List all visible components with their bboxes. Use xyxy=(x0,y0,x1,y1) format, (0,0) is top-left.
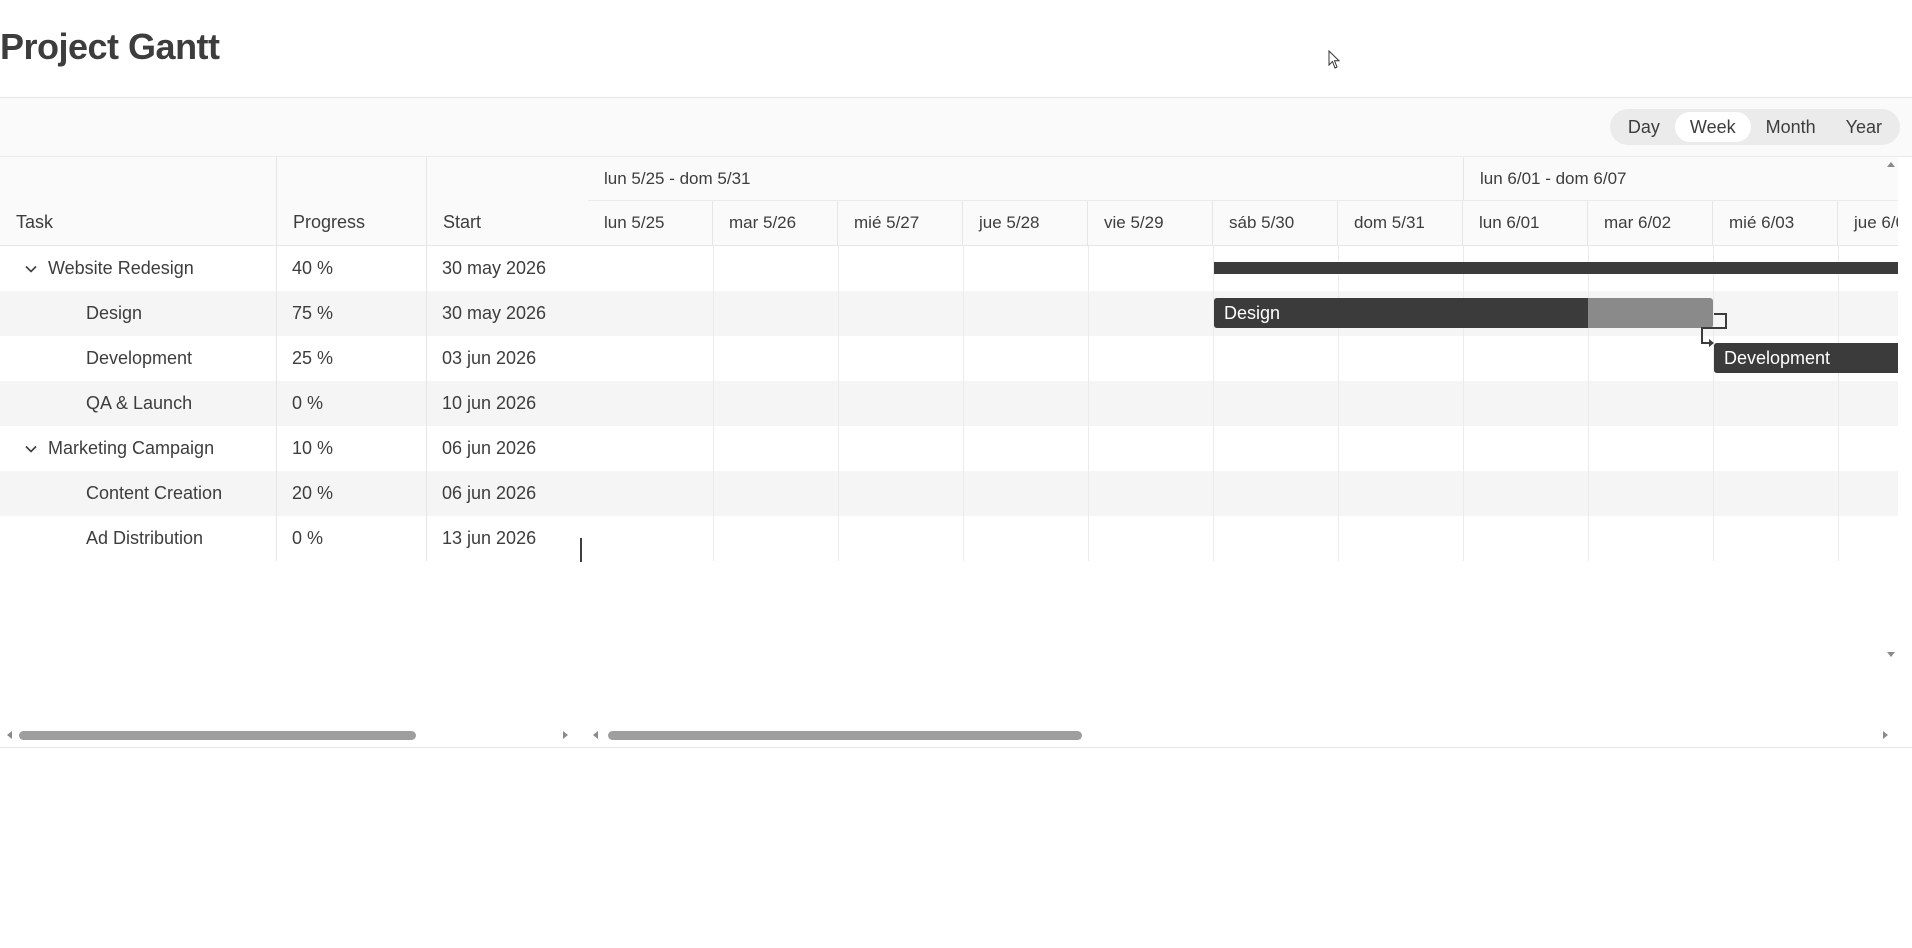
grid-horizontal-scrollbar[interactable] xyxy=(0,726,575,744)
table-row[interactable]: Content Creation 20 % 06 jun 2026 xyxy=(0,471,588,516)
timeline-body: Design Development xyxy=(588,246,1898,662)
start-cell: 06 jun 2026 xyxy=(442,438,537,458)
week-scale-cell: lun 5/25 - dom 5/31 xyxy=(588,157,1464,201)
timeline-row xyxy=(588,516,1898,561)
table-row[interactable]: Ad Distribution 0 % 13 jun 2026 xyxy=(0,516,588,561)
column-header-label: Start xyxy=(443,212,482,232)
chevron-down-icon[interactable] xyxy=(24,262,38,276)
table-row[interactable]: Development 25 % 03 jun 2026 xyxy=(0,336,588,381)
task-grid: Task Progress Start Website Redesign 40 … xyxy=(0,157,588,662)
week-scale-cell: lun 6/01 - dom 6/07 xyxy=(1464,157,1898,201)
view-week-button[interactable]: Week xyxy=(1674,112,1751,142)
grid-header: Task Progress Start xyxy=(0,157,588,246)
task-name-cell: Ad Distribution xyxy=(0,516,277,561)
grid-line xyxy=(1338,246,1339,561)
task-name-cell: Design xyxy=(0,291,277,336)
gantt-timeline: lun 5/25 - dom 5/31 lun 6/01 - dom 6/07 … xyxy=(588,157,1898,662)
start-cell: 30 may 2026 xyxy=(442,258,547,278)
progress-cell: 40 % xyxy=(277,246,427,291)
grid-line xyxy=(713,246,714,561)
day-scale-cell: lun 5/25 xyxy=(588,201,713,245)
day-scale-cell: mié 5/27 xyxy=(838,201,963,245)
grid-line xyxy=(838,246,839,561)
timeline-header: lun 5/25 - dom 5/31 lun 6/01 - dom 6/07 … xyxy=(588,157,1898,246)
task-name-cell: Marketing Campaign xyxy=(0,426,277,471)
progress-cell: 0 % xyxy=(277,516,427,561)
table-row[interactable]: QA & Launch 0 % 10 jun 2026 xyxy=(0,381,588,426)
day-scale-cell: vie 5/29 xyxy=(1088,201,1213,245)
page-title: Project Gantt xyxy=(0,26,220,67)
timeline-row xyxy=(588,381,1898,426)
table-row[interactable]: Design 75 % 30 may 2026 xyxy=(0,291,588,336)
view-day-button[interactable]: Day xyxy=(1613,112,1675,142)
start-cell: 13 jun 2026 xyxy=(442,528,537,548)
grid-line xyxy=(963,246,964,561)
view-switcher: Day Week Month Year xyxy=(1609,109,1900,145)
progress-cell: 10 % xyxy=(277,426,427,471)
task-name-cell: QA & Launch xyxy=(0,381,277,426)
progress-cell: 20 % xyxy=(277,471,427,516)
scrollbar-thumb[interactable] xyxy=(19,731,416,740)
day-scale-cell: mar 6/02 xyxy=(1588,201,1713,245)
grid-line xyxy=(1213,246,1214,561)
vertical-scrollbar[interactable] xyxy=(1884,157,1898,662)
column-header-start[interactable]: Start xyxy=(427,157,588,245)
task-name-cell: Development xyxy=(0,336,277,381)
mouse-cursor-icon xyxy=(1328,50,1341,69)
view-month-button[interactable]: Month xyxy=(1751,112,1831,142)
progress-cell: 25 % xyxy=(277,336,427,381)
table-row[interactable]: Website Redesign 40 % 30 may 2026 xyxy=(0,246,588,291)
table-row[interactable]: Marketing Campaign 10 % 06 jun 2026 xyxy=(0,426,588,471)
timeline-row xyxy=(588,426,1898,471)
gantt-chart: Day Week Month Year Task Progress Start … xyxy=(0,97,1912,748)
start-cell: 30 may 2026 xyxy=(442,303,547,323)
grid-body: Website Redesign 40 % 30 may 2026 Design… xyxy=(0,246,588,561)
scroll-left-arrow-icon[interactable] xyxy=(5,730,15,740)
task-name-cell: Website Redesign xyxy=(0,246,277,291)
summary-task-bar[interactable] xyxy=(1214,262,1898,274)
start-cell: 10 jun 2026 xyxy=(442,393,537,413)
task-bar-design[interactable]: Design xyxy=(1214,298,1713,328)
progress-cell: 75 % xyxy=(277,291,427,336)
grid-line xyxy=(1713,246,1714,561)
timeline-row xyxy=(588,471,1898,516)
scroll-right-arrow-icon[interactable] xyxy=(1880,730,1890,740)
day-scale-cell: jue 5/28 xyxy=(963,201,1088,245)
chevron-down-icon[interactable] xyxy=(24,442,38,456)
column-header-progress[interactable]: Progress xyxy=(277,157,427,245)
scroll-right-arrow-icon[interactable] xyxy=(560,730,570,740)
column-header-label: Task xyxy=(16,212,54,232)
progress-cell: 0 % xyxy=(277,381,427,426)
gantt-toolbar: Day Week Month Year xyxy=(0,98,1912,157)
view-year-button[interactable]: Year xyxy=(1831,112,1897,142)
dependency-link-arrow[interactable] xyxy=(1688,306,1748,366)
grid-line xyxy=(1463,246,1464,561)
day-scale-cell: dom 5/31 xyxy=(1338,201,1463,245)
task-name: Marketing Campaign xyxy=(48,438,215,458)
grid-line xyxy=(1588,246,1589,561)
task-bar-label: Design xyxy=(1224,303,1281,323)
grid-line xyxy=(1088,246,1089,561)
scrollbar-thumb[interactable] xyxy=(608,731,1082,740)
day-scale-cell: lun 6/01 xyxy=(1463,201,1588,245)
grid-splitter-handle[interactable] xyxy=(580,538,582,562)
task-name-cell: Content Creation xyxy=(0,471,277,516)
task-name: Website Redesign xyxy=(48,258,194,278)
grid-line xyxy=(1838,246,1839,561)
start-cell: 03 jun 2026 xyxy=(442,348,537,368)
day-scale-cell: mar 5/26 xyxy=(713,201,838,245)
column-header-label: Progress xyxy=(293,212,366,232)
day-scale-cell: mié 6/03 xyxy=(1713,201,1838,245)
day-scale-cell: sáb 5/30 xyxy=(1213,201,1338,245)
timeline-horizontal-scrollbar[interactable] xyxy=(588,726,1898,744)
scroll-left-arrow-icon[interactable] xyxy=(591,730,601,740)
start-cell: 06 jun 2026 xyxy=(442,483,537,503)
column-header-task[interactable]: Task xyxy=(0,157,277,245)
